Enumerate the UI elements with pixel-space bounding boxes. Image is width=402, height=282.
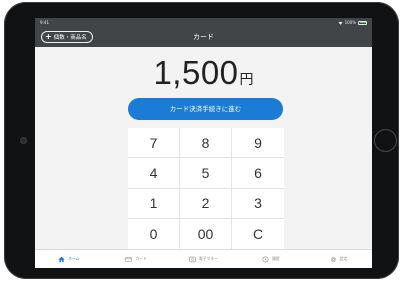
status-bar: 9:41 100% <box>35 18 372 27</box>
tablet-device: 9:41 100% カード + 個数・商品名 1,500円 カード決済手続きに進… <box>4 2 399 279</box>
battery-percent: 100% <box>344 20 356 25</box>
amount-unit: 円 <box>239 72 254 88</box>
card-payment-button[interactable]: カード決済手続きに進む <box>128 98 283 120</box>
tab-card-label: カード <box>135 256 147 261</box>
key-0[interactable]: 0 <box>128 218 180 249</box>
history-icon <box>262 256 269 262</box>
key-1[interactable]: 1 <box>128 188 180 219</box>
key-2[interactable]: 2 <box>180 188 232 219</box>
key-4[interactable]: 4 <box>128 158 180 189</box>
front-camera <box>21 138 26 143</box>
tab-settings-label: 設定 <box>339 256 348 261</box>
key-3[interactable]: 3 <box>232 189 284 219</box>
tab-e-money[interactable]: 電子マネー <box>170 250 237 268</box>
amount-value: 1,500 <box>153 54 239 91</box>
numeric-keypad: 7 8 9 4 5 6 1 2 3 0 00 C <box>128 128 284 249</box>
key-5[interactable]: 5 <box>180 158 232 189</box>
key-7[interactable]: 7 <box>128 128 180 159</box>
tab-home-label: ホーム <box>68 256 80 261</box>
key-8[interactable]: 8 <box>180 128 232 159</box>
battery-icon <box>358 20 367 25</box>
plus-icon: + <box>45 32 52 41</box>
add-item-label: 個数・商品名 <box>53 35 87 41</box>
tab-history-label: 履歴 <box>272 256 280 261</box>
tab-card[interactable]: カード <box>102 250 169 268</box>
add-item-button[interactable]: + 個数・商品名 <box>41 31 93 43</box>
card-icon <box>125 256 133 262</box>
tab-bar: ホーム カード 電子マネー 履歴 設定 <box>35 249 372 268</box>
amount-display: 1,500円 <box>35 54 372 98</box>
status-right: 100% <box>338 18 367 27</box>
nav-bar: カード + 個数・商品名 <box>35 27 372 47</box>
key-clear[interactable]: C <box>232 219 284 249</box>
status-time: 9:41 <box>40 20 49 25</box>
wifi-icon <box>338 21 343 25</box>
tab-home[interactable]: ホーム <box>35 250 102 268</box>
tab-settings[interactable]: 設定 <box>305 250 372 268</box>
tab-history[interactable]: 履歴 <box>237 250 304 268</box>
app-screen: 9:41 100% カード + 個数・商品名 1,500円 カード決済手続きに進… <box>35 18 372 268</box>
key-00[interactable]: 00 <box>180 218 232 249</box>
tab-e-money-label: 電子マネー <box>199 256 218 261</box>
home-button[interactable] <box>374 129 397 152</box>
key-9[interactable]: 9 <box>232 128 284 159</box>
home-icon <box>58 256 65 262</box>
settings-icon <box>330 256 336 262</box>
key-6[interactable]: 6 <box>232 158 284 189</box>
e-money-icon <box>189 256 196 262</box>
